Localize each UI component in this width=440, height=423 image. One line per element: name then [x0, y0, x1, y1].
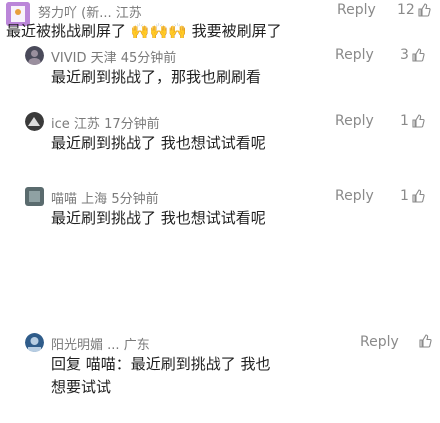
comment-text: 最近刷到挑战了，那我也刷刷看 — [51, 66, 431, 89]
comment-1: 努力吖 (新... 江苏 Reply 12 最近被挑战刷屏了 🙌🙌🙌 我要被刷屏… — [0, 0, 440, 40]
comment-meta: 阳光明媚 ... 广东 — [51, 334, 150, 353]
comment-text-line: 想要试试 — [51, 378, 112, 396]
author-name[interactable]: 阳光明媚 — [51, 338, 103, 353]
like-count: 1 — [400, 113, 409, 129]
reply-button[interactable]: Reply — [337, 2, 376, 18]
comment-time: 45分钟前 — [120, 51, 177, 66]
like-count: 12 — [397, 2, 415, 18]
comment-text-line: 最近被挑战刷屏了 — [6, 22, 127, 40]
reply-button[interactable]: Reply — [335, 47, 374, 63]
author-name[interactable]: ice — [51, 117, 70, 132]
avatar[interactable] — [25, 46, 44, 65]
comment-text: 最近被挑战刷屏了 🙌🙌🙌 我要被刷屏了 — [6, 20, 406, 43]
author-tag: ... — [107, 338, 120, 353]
author-tag: 江苏 — [73, 117, 100, 132]
thumb-up-icon — [418, 334, 432, 348]
comment-meta: VIVID 天津 45分钟前 — [51, 47, 176, 66]
like-button[interactable]: 1 — [400, 188, 425, 204]
comment-text: 最近刷到挑战了 我也想试试看呢 — [51, 207, 431, 230]
author-tag: (新... — [81, 6, 112, 21]
author-tag: 上海 — [81, 192, 108, 207]
comment-text: 最近刷到挑战了 我也想试试看呢 — [51, 132, 431, 155]
comment-text-line: 最近刷到挑战了 我也想试试看呢 — [51, 134, 266, 152]
like-button[interactable]: 3 — [400, 47, 425, 63]
comment-time: 17分钟前 — [104, 117, 160, 132]
like-button[interactable] — [416, 334, 432, 348]
comment-4: 喵喵 上海 5分钟前 Reply 1 最近刷到挑战了 我也想试试看呢 — [0, 187, 440, 287]
comment-meta: ice 江苏 17分钟前 — [51, 113, 160, 132]
avatar[interactable] — [25, 187, 44, 206]
like-count: 1 — [400, 188, 409, 204]
comment-text-line: 最近刷到挑战了，那我也刷刷看 — [51, 68, 262, 86]
avatar[interactable] — [25, 333, 44, 352]
like-button[interactable]: 1 — [400, 113, 425, 129]
comment-5: 阳光明媚 ... 广东 Reply 回复 喵喵：最近刷到挑战了 我也 想要试试 — [0, 333, 440, 423]
like-button[interactable]: 12 — [397, 2, 431, 18]
author-tag: 天津 — [90, 51, 117, 66]
comment-text: 回复 喵喵：最近刷到挑战了 我也 想要试试 — [51, 353, 431, 399]
thumb-up-icon — [417, 3, 431, 17]
reply-button[interactable]: Reply — [335, 113, 374, 129]
comment-meta: 喵喵 上海 5分钟前 — [51, 188, 159, 207]
author-name[interactable]: 喵喵 — [51, 192, 77, 207]
emoji-group: 🙌🙌🙌 — [130, 22, 187, 40]
comment-2: VIVID 天津 45分钟前 Reply 3 最近刷到挑战了，那我也刷刷看 — [0, 46, 440, 116]
thumb-up-icon — [411, 114, 425, 128]
comment-time: 5分钟前 — [111, 192, 159, 207]
comment-text-tail: 我要被刷屏了 — [191, 22, 282, 40]
author-region: 广东 — [123, 338, 150, 353]
author-name[interactable]: VIVID — [51, 51, 86, 66]
author-name[interactable]: 努力吖 — [38, 6, 77, 21]
author-region: 江苏 — [115, 6, 142, 21]
comment-text-line: 最近刷到挑战了 我也想试试看呢 — [51, 209, 266, 227]
thumb-up-icon — [411, 189, 425, 203]
reply-button[interactable]: Reply — [335, 188, 374, 204]
reply-button[interactable]: Reply — [360, 334, 399, 350]
avatar[interactable] — [25, 112, 44, 131]
comment-text-line: 回复 喵喵：最近刷到挑战了 我也 — [51, 355, 271, 373]
thumb-up-icon — [411, 48, 425, 62]
comment-meta: 努力吖 (新... 江苏 — [38, 2, 142, 21]
like-count: 3 — [400, 47, 409, 63]
